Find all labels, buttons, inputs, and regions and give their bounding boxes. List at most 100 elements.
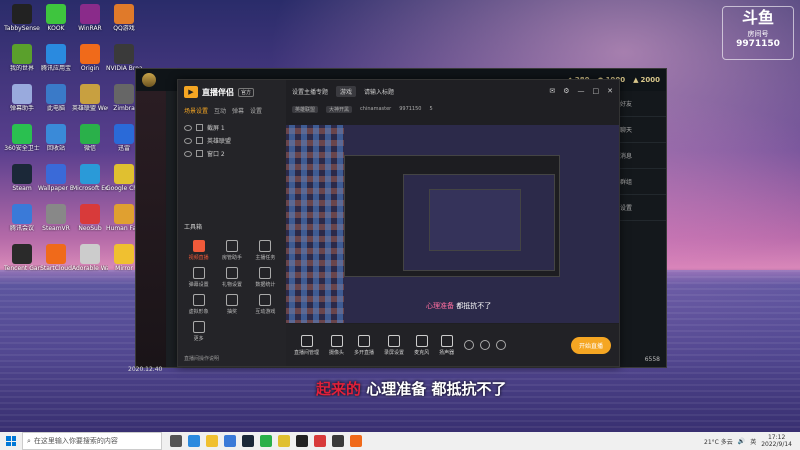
close-button[interactable]: ✕ <box>607 87 613 95</box>
desktop-icon[interactable]: NeoSub <box>72 204 108 232</box>
volume-icon[interactable]: 🔊 <box>738 438 745 445</box>
eye-icon[interactable] <box>184 137 192 144</box>
scene-item[interactable]: 截屏 1 <box>184 121 280 134</box>
scene-item[interactable]: 窗口 2 <box>184 147 280 160</box>
app-icon <box>46 124 66 144</box>
chrome-icon[interactable] <box>278 435 290 447</box>
title-edit-field[interactable]: 请输入标题 <box>364 87 394 96</box>
stream-app-icon[interactable] <box>350 435 362 447</box>
tool-item[interactable]: 虚拟形象 <box>182 294 215 315</box>
wechat-icon[interactable] <box>260 435 272 447</box>
side-item[interactable]: 聊天 <box>616 117 666 143</box>
streamer-name: chinamaster <box>360 106 392 112</box>
tab-danmaku[interactable]: 弹幕 <box>232 106 244 115</box>
help-hint[interactable]: 直播间操作说明 <box>184 355 219 362</box>
tab-settings[interactable]: 设置 <box>250 106 262 115</box>
toolbox-title: 工具箱 <box>184 224 203 231</box>
desktop-icon[interactable]: TabbySense <box>4 4 40 32</box>
minimize-button[interactable]: — <box>578 87 585 95</box>
lock-icon[interactable] <box>196 137 203 144</box>
maximize-button[interactable]: □ <box>593 87 600 95</box>
desktop-icon[interactable]: Steam <box>4 164 40 192</box>
scene-item[interactable]: 英雄联盟 <box>184 134 280 147</box>
start-button[interactable] <box>0 432 22 450</box>
edge-icon[interactable] <box>188 435 200 447</box>
tool-item[interactable]: 礼物设置 <box>215 267 248 288</box>
nvidia-icon[interactable] <box>296 435 308 447</box>
tool-item[interactable]: 主播任务 <box>249 240 282 261</box>
desktop-icon[interactable]: Microsoft Edge <box>72 164 108 192</box>
stream-preview[interactable]: 心理准备 都抵抗不了 <box>286 125 619 323</box>
desktop-icon[interactable]: StartCloud <box>38 244 74 272</box>
tool-item[interactable]: 房管助手 <box>215 240 248 261</box>
tab-scenes[interactable]: 场景设置 <box>184 106 208 115</box>
version-badge: 官方 <box>238 87 255 97</box>
style-tag[interactable]: 大神开黑 <box>326 105 353 113</box>
eye-icon[interactable] <box>184 150 192 157</box>
side-item[interactable]: 设置 <box>616 195 666 221</box>
desktop-icon[interactable]: 弹幕助手 <box>4 84 40 112</box>
side-item[interactable]: 群组 <box>616 169 666 195</box>
stream-topic[interactable]: 设置主播专题 <box>292 87 328 96</box>
desktop-icon[interactable]: WinRAR <box>72 4 108 32</box>
desktop-icon[interactable]: Origin <box>72 44 108 72</box>
app-name: 直播伴侣 <box>202 87 234 97</box>
camera-button[interactable]: 摄像头 <box>329 334 344 356</box>
tool-item[interactable]: 互动游戏 <box>249 294 282 315</box>
category-pill[interactable]: 游戏 <box>336 85 357 97</box>
record-settings-button[interactable]: 录屏设置 <box>384 334 404 356</box>
mail-icon[interactable]: ✉ <box>549 87 555 95</box>
folder-icon[interactable] <box>206 435 218 447</box>
steam-icon[interactable] <box>242 435 254 447</box>
game-icon[interactable] <box>332 435 344 447</box>
ime-indicator[interactable]: 英 <box>750 437 756 446</box>
speaker-button[interactable]: 扬声器 <box>439 334 454 356</box>
desktop-icon[interactable]: Wallpaper Engine <box>38 164 74 192</box>
weather[interactable]: 21°C 多云 <box>704 437 733 446</box>
store-icon[interactable] <box>224 435 236 447</box>
tool-item[interactable]: 弹幕设置 <box>182 267 215 288</box>
desktop-icon[interactable]: 回收站 <box>38 124 74 152</box>
desktop-icon[interactable]: 腾讯应用宝 <box>38 44 74 72</box>
gear-icon[interactable] <box>496 340 507 350</box>
lock-icon[interactable] <box>196 150 203 157</box>
tab-interact[interactable]: 互动 <box>214 106 226 115</box>
desktop-icon[interactable]: 微信 <box>72 124 108 152</box>
desktop-icon[interactable]: 腾讯会议 <box>4 204 40 232</box>
netease-icon[interactable] <box>314 435 326 447</box>
multistream-button[interactable]: 多开直播 <box>354 334 374 356</box>
desktop-icon[interactable]: 360安全卫士 <box>4 124 40 152</box>
side-item[interactable]: 好友 <box>616 91 666 117</box>
start-live-button[interactable]: 开始直播 <box>570 336 611 354</box>
desktop-icon-label: 此电脑 <box>46 105 65 112</box>
window-controls: ✉ ⚙ — □ ✕ <box>549 87 613 95</box>
clock[interactable]: 17:12 2022/9/14 <box>761 434 792 448</box>
desktop-icon[interactable]: 我的世界 <box>4 44 40 72</box>
desktop-icon[interactable]: Tencent Gamemaster <box>4 244 40 272</box>
douyu-room-badge: 斗鱼 房间号 9971150 <box>722 6 794 60</box>
taskbar-search[interactable]: ⌕ 在这里输入你要搜索的内容 <box>22 432 162 450</box>
side-item[interactable]: 消息 <box>616 143 666 169</box>
desktop-icon[interactable]: KOOK <box>38 4 74 32</box>
tool-item[interactable]: 更多 <box>182 321 215 342</box>
desktop-icon[interactable]: 此电脑 <box>38 84 74 112</box>
desktop-icon[interactable]: 英雄联盟 WeGame版 <box>72 84 108 112</box>
task-view-icon[interactable] <box>170 435 182 447</box>
desktop-icon[interactable]: Adorable Wallpaper <box>72 244 108 272</box>
tool-item[interactable]: 视频直播 <box>182 240 215 261</box>
tool-item[interactable]: 数据统计 <box>249 267 282 288</box>
game-tag[interactable]: 英雄联盟 <box>292 105 319 113</box>
screenshot-icon[interactable] <box>464 340 475 350</box>
game-friends-panel[interactable]: 好友 聊天 消息 群组 设置 <box>616 91 666 367</box>
tool-label: 互动游戏 <box>255 309 276 315</box>
room-manage-button[interactable]: 直播间管理 <box>294 334 319 356</box>
stream-companion-window[interactable]: ▶ 直播伴侣 官方 场景设置 互动 弹幕 设置 截屏 1 英雄联盟 窗口 2 工… <box>177 79 620 367</box>
microphone-button[interactable]: 麦克风 <box>414 334 429 356</box>
tool-item[interactable]: 抽奖 <box>215 294 248 315</box>
lock-icon[interactable] <box>196 124 203 131</box>
eye-icon[interactable] <box>184 124 192 131</box>
eye-icon[interactable] <box>480 340 491 350</box>
desktop-icon[interactable]: SteamVR <box>38 204 74 232</box>
desktop-icon[interactable]: QQ游戏 <box>106 4 142 32</box>
settings-icon[interactable]: ⚙ <box>563 87 569 95</box>
